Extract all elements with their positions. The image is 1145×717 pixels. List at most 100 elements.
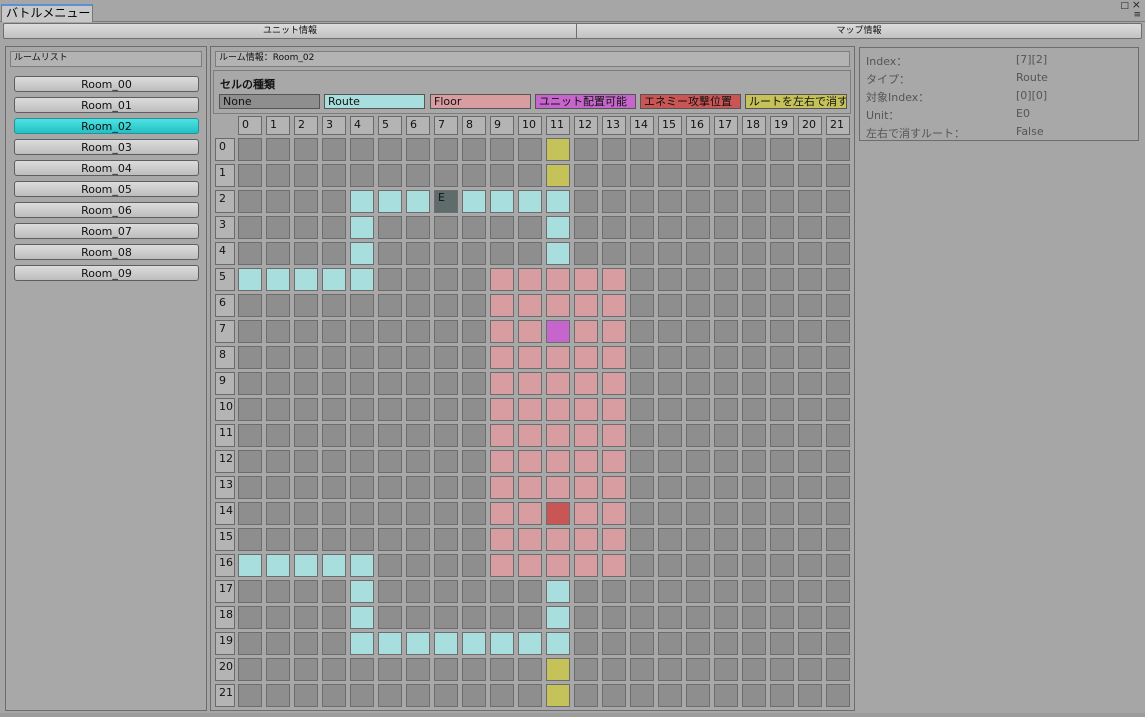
grid-cell[interactable] <box>798 606 822 629</box>
grid-cell[interactable] <box>658 450 682 473</box>
grid-cell[interactable] <box>770 138 794 161</box>
grid-cell[interactable] <box>630 346 654 369</box>
grid-cell[interactable] <box>686 450 710 473</box>
grid-cell[interactable] <box>798 320 822 343</box>
grid-cell[interactable] <box>294 398 318 421</box>
grid-cell[interactable] <box>266 502 290 525</box>
grid-cell[interactable] <box>686 658 710 681</box>
grid-cell[interactable] <box>602 242 626 265</box>
grid-cell[interactable] <box>658 684 682 707</box>
grid-cell[interactable] <box>742 424 766 447</box>
grid-cell[interactable] <box>378 580 402 603</box>
grid-cell[interactable] <box>826 164 850 187</box>
grid-cell[interactable] <box>462 450 486 473</box>
room-button-0[interactable]: Room_00 <box>14 76 199 92</box>
grid-cell[interactable] <box>238 242 262 265</box>
grid-cell[interactable] <box>434 164 458 187</box>
grid-cell[interactable] <box>630 138 654 161</box>
grid-cell[interactable] <box>238 658 262 681</box>
grid-cell[interactable] <box>742 242 766 265</box>
grid-cell[interactable] <box>518 164 542 187</box>
grid-cell[interactable] <box>322 346 346 369</box>
grid-cell[interactable] <box>406 294 430 317</box>
grid-cell[interactable] <box>770 632 794 655</box>
grid-cell[interactable] <box>826 372 850 395</box>
grid-cell[interactable] <box>826 294 850 317</box>
grid-cell[interactable] <box>434 372 458 395</box>
grid-cell[interactable] <box>238 294 262 317</box>
grid-cell[interactable] <box>714 190 738 213</box>
grid-cell[interactable] <box>350 684 374 707</box>
grid-cell[interactable] <box>742 294 766 317</box>
grid-cell[interactable] <box>350 216 374 239</box>
grid-cell[interactable] <box>462 346 486 369</box>
grid-cell[interactable] <box>406 320 430 343</box>
grid-cell[interactable] <box>406 632 430 655</box>
room-button-8[interactable]: Room_08 <box>14 244 199 260</box>
grid-cell[interactable] <box>770 320 794 343</box>
grid-cell[interactable] <box>490 216 514 239</box>
grid-cell[interactable] <box>322 580 346 603</box>
grid-cell[interactable] <box>294 528 318 551</box>
grid-cell[interactable] <box>490 138 514 161</box>
grid-cell[interactable] <box>770 346 794 369</box>
grid-cell[interactable] <box>434 346 458 369</box>
grid-cell[interactable] <box>266 554 290 577</box>
grid-cell[interactable] <box>714 164 738 187</box>
grid-cell[interactable] <box>238 216 262 239</box>
grid-cell[interactable] <box>798 372 822 395</box>
grid-cell[interactable] <box>322 658 346 681</box>
window-tab-battle-menu[interactable]: バトルメニュー <box>1 4 93 22</box>
grid-cell[interactable] <box>742 138 766 161</box>
grid-cell[interactable] <box>630 372 654 395</box>
grid-cell[interactable] <box>602 320 626 343</box>
grid-cell[interactable] <box>434 476 458 499</box>
grid-cell[interactable] <box>350 164 374 187</box>
grid-cell[interactable] <box>602 190 626 213</box>
grid-cell[interactable] <box>658 528 682 551</box>
grid-cell[interactable] <box>266 684 290 707</box>
grid-cell[interactable] <box>462 606 486 629</box>
grid-cell[interactable] <box>294 424 318 447</box>
grid-cell[interactable] <box>238 320 262 343</box>
grid-cell[interactable] <box>518 242 542 265</box>
grid-cell[interactable] <box>406 164 430 187</box>
grid-cell[interactable] <box>406 528 430 551</box>
grid-cell[interactable] <box>770 658 794 681</box>
grid-cell[interactable] <box>770 242 794 265</box>
grid-cell[interactable] <box>574 398 598 421</box>
grid-cell[interactable] <box>630 164 654 187</box>
grid-cell[interactable] <box>742 216 766 239</box>
grid-cell[interactable] <box>546 632 570 655</box>
grid-cell[interactable] <box>714 476 738 499</box>
grid-cell[interactable] <box>602 398 626 421</box>
grid-cell[interactable] <box>686 242 710 265</box>
grid-cell[interactable] <box>378 190 402 213</box>
grid-cell[interactable] <box>462 502 486 525</box>
grid-cell[interactable] <box>266 268 290 291</box>
room-button-2[interactable]: Room_02 <box>14 118 199 134</box>
grid-cell[interactable] <box>546 658 570 681</box>
grid-cell[interactable] <box>378 502 402 525</box>
grid-cell[interactable] <box>686 398 710 421</box>
grid-cell[interactable] <box>350 554 374 577</box>
grid-cell[interactable] <box>434 684 458 707</box>
grid-cell[interactable] <box>686 216 710 239</box>
grid-cell[interactable] <box>378 606 402 629</box>
grid-cell[interactable] <box>518 606 542 629</box>
grid-cell[interactable] <box>658 346 682 369</box>
grid-cell[interactable] <box>742 476 766 499</box>
grid-cell[interactable] <box>434 398 458 421</box>
grid-cell[interactable] <box>630 450 654 473</box>
grid-cell[interactable] <box>770 580 794 603</box>
grid-cell[interactable] <box>798 684 822 707</box>
grid-cell[interactable] <box>770 372 794 395</box>
room-button-9[interactable]: Room_09 <box>14 265 199 281</box>
grid-cell[interactable] <box>602 450 626 473</box>
grid-cell[interactable] <box>658 294 682 317</box>
grid-cell[interactable] <box>546 450 570 473</box>
grid-cell[interactable] <box>742 320 766 343</box>
grid-cell[interactable] <box>546 294 570 317</box>
grid-cell[interactable] <box>378 294 402 317</box>
grid-cell[interactable] <box>350 372 374 395</box>
